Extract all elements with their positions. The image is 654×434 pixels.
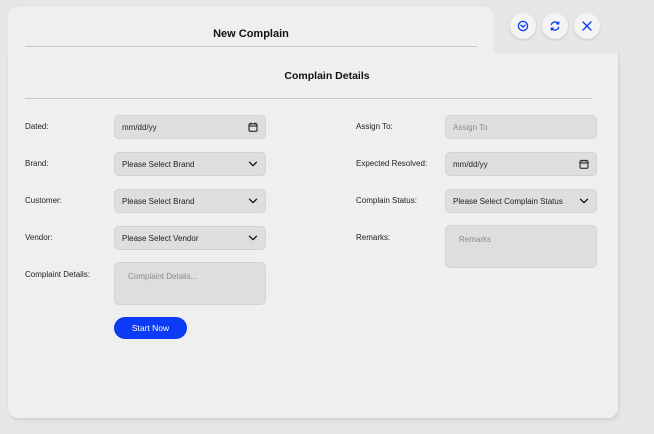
expected-resolved-label: Expected Resolved:	[356, 159, 428, 168]
chevron-down-icon	[248, 198, 258, 204]
dated-value: mm/dd/yy	[122, 122, 157, 132]
brand-value: Please Select Brand	[122, 159, 195, 169]
complain-status-value: Please Select Complain Status	[453, 196, 563, 206]
remarks-textarea[interactable]: Remarks	[445, 225, 597, 268]
chevron-down-icon	[248, 161, 258, 167]
calendar-icon[interactable]	[248, 122, 258, 132]
chevron-down-icon	[579, 198, 589, 204]
customer-select[interactable]: Please Select Brand	[114, 189, 266, 213]
start-now-button[interactable]: Start Now	[114, 317, 187, 339]
refresh-button[interactable]	[542, 13, 568, 39]
vendor-value: Please Select Vendor	[122, 233, 199, 243]
expected-resolved-value: mm/dd/yy	[453, 159, 488, 169]
close-button[interactable]	[574, 13, 600, 39]
section-title: Complain Details	[284, 70, 370, 82]
brand-label: Brand:	[25, 159, 49, 168]
refresh-icon	[550, 21, 560, 31]
customer-value: Please Select Brand	[122, 196, 195, 206]
customer-label: Customer:	[25, 196, 62, 205]
dated-date-input[interactable]: mm/dd/yy	[114, 115, 266, 139]
calendar-icon[interactable]	[579, 159, 589, 169]
complain-status-label: Complain Status:	[356, 196, 417, 205]
assign-to-input[interactable]: Assign To	[445, 115, 597, 139]
remarks-placeholder: Remarks	[459, 235, 492, 244]
dated-label: Dated:	[25, 122, 49, 131]
chevron-circle-icon	[517, 20, 529, 32]
header-tab: New Complain	[8, 7, 494, 67]
brand-select[interactable]: Please Select Brand	[114, 152, 266, 176]
vendor-select[interactable]: Please Select Vendor	[114, 226, 266, 250]
complaint-details-textarea[interactable]: Complaint Details...	[114, 262, 266, 305]
collapse-button[interactable]	[510, 13, 536, 39]
complaint-details-placeholder: Complaint Details...	[128, 272, 198, 281]
complain-status-select[interactable]: Please Select Complain Status	[445, 189, 597, 213]
header-divider	[25, 46, 477, 47]
vendor-label: Vendor:	[25, 233, 53, 242]
page-title: New Complain	[213, 28, 289, 40]
section-divider	[25, 98, 592, 99]
close-icon	[582, 21, 592, 31]
remarks-label: Remarks:	[356, 233, 391, 242]
complaint-details-label: Complaint Details:	[25, 270, 90, 279]
expected-resolved-date-input[interactable]: mm/dd/yy	[445, 152, 597, 176]
assign-to-placeholder: Assign To	[453, 122, 488, 132]
assign-to-label: Assign To:	[356, 122, 393, 131]
chevron-down-icon	[248, 235, 258, 241]
